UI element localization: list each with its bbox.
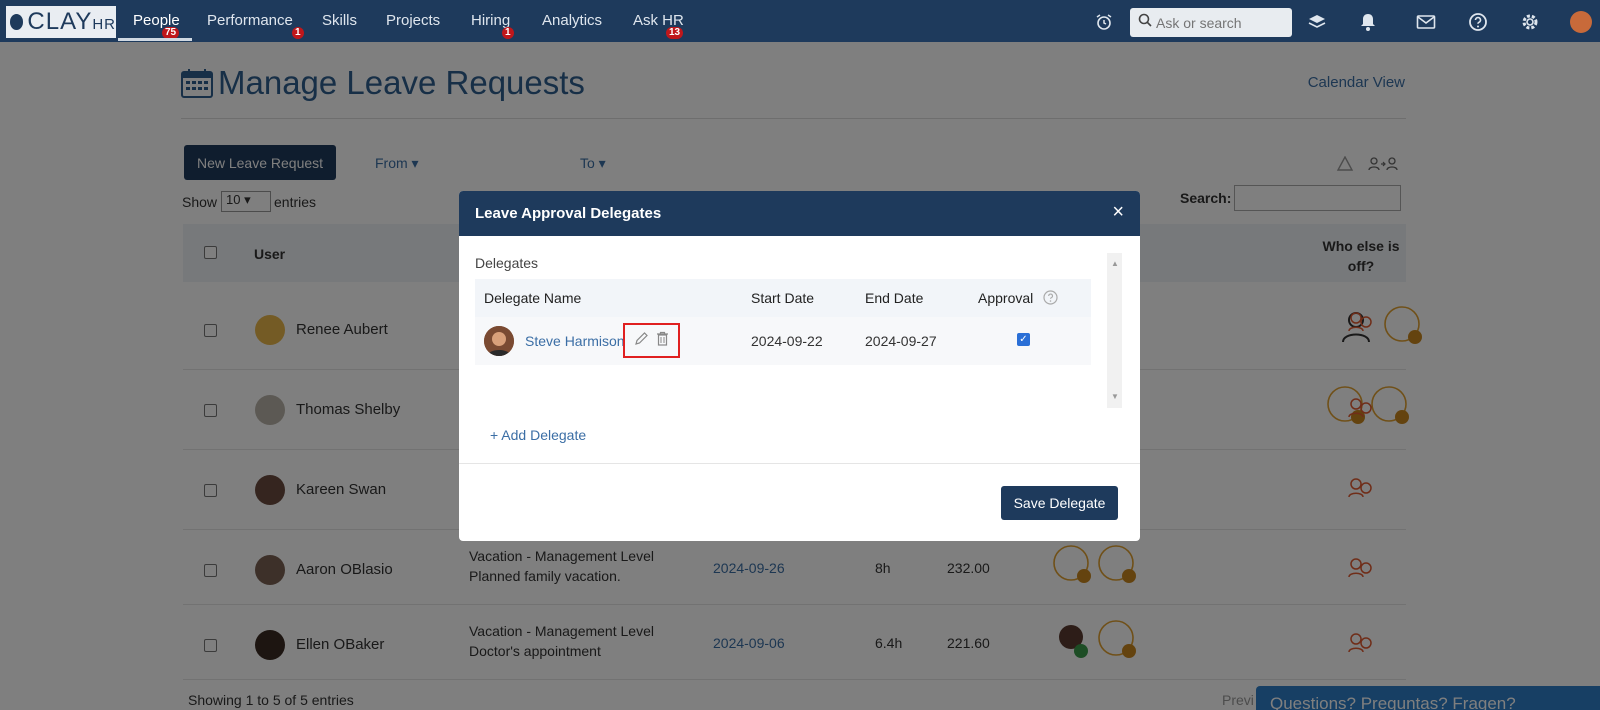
- nav-ask-hr-badge: 13: [666, 27, 684, 39]
- leave-approval-delegates-modal: Leave Approval Delegates × Delegates Del…: [459, 191, 1140, 541]
- nav-hiring-badge: 1: [502, 27, 514, 39]
- delegate-end-date: 2024-09-27: [865, 333, 937, 349]
- user-avatar[interactable]: [1570, 11, 1592, 33]
- delegate-row: Steve Harmison 2024-09-22 2024-09-27 ✓: [475, 317, 1091, 365]
- col-end-date: End Date: [865, 290, 924, 306]
- layers-icon[interactable]: [1306, 11, 1328, 33]
- col-delegate-name: Delegate Name: [484, 290, 582, 306]
- delegates-table-header: Delegate Name Start Date End Date Approv…: [475, 279, 1091, 317]
- mail-icon[interactable]: [1415, 11, 1437, 33]
- pencil-edit-icon[interactable]: [634, 331, 649, 351]
- scroll-up-icon[interactable]: ▲: [1111, 259, 1119, 268]
- save-delegate-button[interactable]: Save Delegate: [1001, 486, 1118, 520]
- global-search[interactable]: [1130, 8, 1292, 37]
- delegate-start-date: 2024-09-22: [751, 333, 823, 349]
- alarm-clock-icon[interactable]: [1093, 11, 1115, 33]
- delegates-scrollbar[interactable]: ▲ ▼: [1107, 253, 1122, 408]
- modal-footer-divider: [459, 463, 1140, 464]
- gear-icon[interactable]: [1519, 11, 1541, 33]
- nav-performance[interactable]: Performance: [207, 12, 293, 29]
- bell-icon[interactable]: [1357, 11, 1379, 33]
- nav-analytics[interactable]: Analytics: [542, 12, 602, 29]
- delegate-actions-highlight: [623, 323, 680, 358]
- add-delegate-link[interactable]: + Add Delegate: [490, 427, 586, 443]
- logo-mark-icon: [10, 14, 24, 30]
- modal-header: Leave Approval Delegates ×: [459, 191, 1140, 236]
- help-circle-icon[interactable]: [1467, 11, 1489, 33]
- nav-projects[interactable]: Projects: [386, 12, 440, 29]
- global-search-input[interactable]: [1156, 14, 1286, 31]
- delegate-avatar: [484, 326, 514, 356]
- trash-icon[interactable]: [656, 331, 669, 351]
- nav-active-indicator: [118, 38, 192, 41]
- search-icon: [1138, 13, 1152, 32]
- delegate-name-link[interactable]: Steve Harmison: [525, 333, 625, 349]
- close-icon[interactable]: ×: [1112, 201, 1124, 224]
- col-approval: Approval: [978, 290, 1034, 306]
- col-start-date: Start Date: [751, 290, 815, 306]
- scroll-down-icon[interactable]: ▼: [1111, 392, 1119, 401]
- modal-title: Leave Approval Delegates: [475, 205, 662, 222]
- nav-skills[interactable]: Skills: [322, 12, 357, 29]
- clayhr-logo[interactable]: CLAYHR: [6, 6, 116, 38]
- delegates-heading: Delegates: [475, 255, 539, 271]
- question-circle-icon[interactable]: [1043, 290, 1058, 310]
- approval-checkbox[interactable]: ✓: [1017, 333, 1030, 346]
- logo-text: CLAYHR: [27, 8, 116, 35]
- top-navigation-bar: CLAYHR People 75 Performance 1 Skills Pr…: [0, 0, 1600, 42]
- nav-performance-badge: 1: [292, 27, 304, 39]
